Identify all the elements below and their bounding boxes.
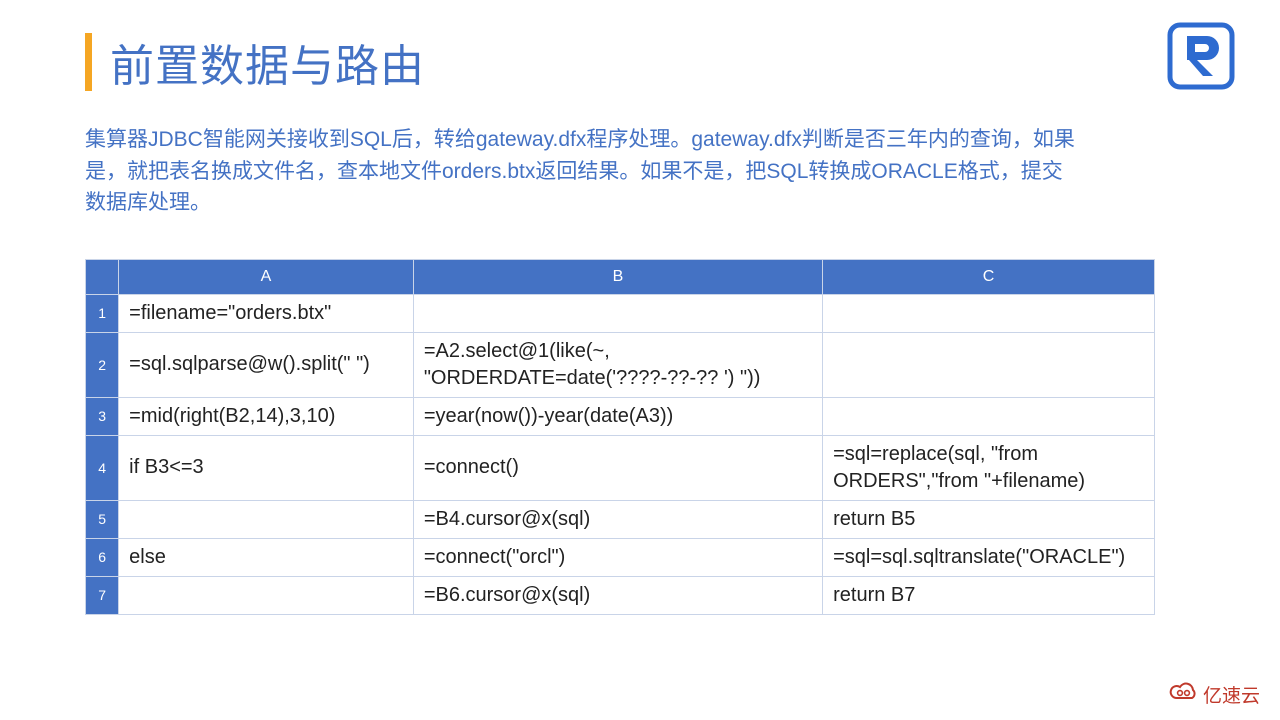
col-header-c: C <box>823 259 1155 294</box>
cell-a: else <box>119 538 414 576</box>
cell-b: =year(now())-year(date(A3)) <box>413 397 822 435</box>
cell-b: =connect() <box>413 435 822 500</box>
table-row: 3 =mid(right(B2,14),3,10) =year(now())-y… <box>86 397 1155 435</box>
row-number: 3 <box>86 397 119 435</box>
watermark: 亿速云 <box>1169 680 1260 708</box>
col-header-b: B <box>413 259 822 294</box>
cell-a: =sql.sqlparse@w().split(" ") <box>119 332 414 397</box>
cell-a <box>119 576 414 614</box>
watermark-text: 亿速云 <box>1203 681 1260 708</box>
cell-b: =B4.cursor@x(sql) <box>413 500 822 538</box>
brand-logo <box>1167 22 1235 95</box>
cell-a <box>119 500 414 538</box>
cell-b: =connect("orcl") <box>413 538 822 576</box>
row-number: 4 <box>86 435 119 500</box>
row-number: 7 <box>86 576 119 614</box>
table-row: 6 else =connect("orcl") =sql=sql.sqltran… <box>86 538 1155 576</box>
code-table: A B C 1 =filename="orders.btx" 2 =sql.sq… <box>85 259 1155 615</box>
cell-c: =sql=replace(sql, "from ORDERS","from "+… <box>823 435 1155 500</box>
row-number: 5 <box>86 500 119 538</box>
title-accent-bar <box>85 33 92 91</box>
row-number: 6 <box>86 538 119 576</box>
col-header-a: A <box>119 259 414 294</box>
cell-c <box>823 294 1155 332</box>
table-header-row: A B C <box>86 259 1155 294</box>
row-number: 2 <box>86 332 119 397</box>
table-row: 2 =sql.sqlparse@w().split(" ") =A2.selec… <box>86 332 1155 397</box>
cell-b: =B6.cursor@x(sql) <box>413 576 822 614</box>
row-number: 1 <box>86 294 119 332</box>
cell-a: =mid(right(B2,14),3,10) <box>119 397 414 435</box>
cell-c <box>823 332 1155 397</box>
table-row: 1 =filename="orders.btx" <box>86 294 1155 332</box>
cell-b: =A2.select@1(like(~, "ORDERDATE=date('??… <box>413 332 822 397</box>
cell-a: =filename="orders.btx" <box>119 294 414 332</box>
col-header-corner <box>86 259 119 294</box>
title-row: 前置数据与路由 <box>85 30 1190 94</box>
cell-b <box>413 294 822 332</box>
cell-a: if B3<=3 <box>119 435 414 500</box>
slide: 前置数据与路由 集算器JDBC智能网关接收到SQL后，转给gateway.dfx… <box>0 0 1280 720</box>
description-text: 集算器JDBC智能网关接收到SQL后，转给gateway.dfx程序处理。gat… <box>85 124 1075 219</box>
cell-c <box>823 397 1155 435</box>
cell-c: =sql=sql.sqltranslate("ORACLE") <box>823 538 1155 576</box>
cell-c: return B7 <box>823 576 1155 614</box>
cell-c: return B5 <box>823 500 1155 538</box>
table-row: 4 if B3<=3 =connect() =sql=replace(sql, … <box>86 435 1155 500</box>
page-title: 前置数据与路由 <box>110 30 425 94</box>
table-row: 5 =B4.cursor@x(sql) return B5 <box>86 500 1155 538</box>
cloud-icon <box>1169 680 1199 708</box>
table-row: 7 =B6.cursor@x(sql) return B7 <box>86 576 1155 614</box>
